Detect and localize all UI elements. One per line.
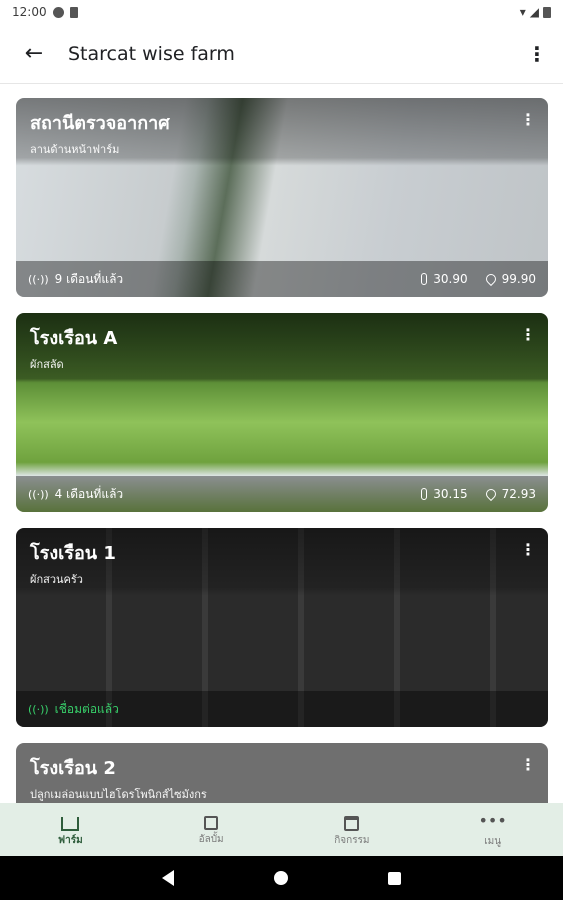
nav-farm[interactable]: ฟาร์ม — [0, 803, 141, 856]
status-time: 12:00 — [12, 5, 47, 19]
more-options-button[interactable]: ⋮ — [511, 24, 563, 84]
status-left: 12:00 — [12, 5, 78, 19]
water-drop-icon — [483, 486, 498, 502]
station-card-weather[interactable]: สถานีตรวจอากาศ ลานด้านหน้าฟาร์ม ⋮ ((·)) … — [16, 98, 548, 297]
card-title: โรงเรือน 2 — [30, 758, 116, 779]
card-subtitle: ผักสวนครัว — [30, 573, 83, 586]
card-menu-button[interactable]: ⋮ — [520, 110, 536, 129]
nav-menu[interactable]: ••• เมนู — [422, 803, 563, 856]
bottom-navigation: ฟาร์ม อัลบั้ม กิจกรรม ••• เมนู — [0, 803, 563, 856]
last-seen-text: 4 เดือนที่แล้ว — [54, 486, 124, 501]
broadcast-icon: ((·)) — [28, 272, 49, 286]
nav-label: ฟาร์ม — [58, 835, 83, 846]
temperature-value: 30.90 — [433, 272, 468, 286]
broadcast-icon: ((·)) — [28, 702, 49, 716]
home-icon — [61, 817, 80, 831]
arrow-left-icon: ← — [24, 41, 44, 66]
card-menu-button[interactable]: ⋮ — [520, 325, 536, 344]
temperature-metric: 30.90 — [421, 272, 468, 286]
sim-icon — [69, 6, 78, 18]
humidity-value: 72.93 — [501, 487, 536, 501]
more-vert-icon: ⋮ — [520, 110, 536, 129]
connection-status-text: เชื่อมต่อแล้ว — [54, 701, 119, 716]
more-vert-icon: ⋮ — [520, 540, 536, 559]
calendar-icon — [344, 815, 360, 831]
gallery-icon — [204, 816, 219, 830]
humidity-metric: 99.90 — [483, 271, 536, 287]
card-menu-button[interactable]: ⋮ — [520, 540, 536, 559]
more-vert-icon: ⋮ — [520, 325, 536, 344]
wifi-icon: ▾ — [519, 5, 526, 19]
nav-label: เมนู — [484, 836, 502, 847]
battery-icon — [543, 6, 551, 18]
more-vert-icon: ⋮ — [527, 41, 547, 66]
station-card-greenhouse-a[interactable]: โรงเรือน A ผักสลัด ⋮ ((·)) 4 เดือนที่แล้… — [16, 313, 548, 512]
broadcast-icon: ((·)) — [28, 487, 49, 501]
temperature-value: 30.15 — [433, 487, 468, 501]
more-horiz-icon: ••• — [478, 811, 507, 830]
page-title: Starcat wise farm — [68, 42, 235, 65]
water-drop-icon — [483, 271, 498, 287]
station-card-greenhouse-1[interactable]: โรงเรือน 1 ผักสวนครัว ⋮ ((·)) เชื่อมต่อแ… — [16, 528, 548, 727]
card-subtitle: ผักสลัด — [30, 358, 64, 371]
humidity-value: 99.90 — [501, 272, 536, 286]
system-navigation-bar — [0, 856, 563, 900]
humidity-metric: 72.93 — [483, 486, 536, 502]
thermometer-icon — [421, 273, 428, 285]
status-bar: 12:00 ▾ ◢ — [0, 0, 563, 24]
nav-album[interactable]: อัลบั้ม — [141, 803, 282, 856]
status-right: ▾ ◢ — [520, 5, 551, 19]
temperature-metric: 30.15 — [421, 487, 468, 501]
nav-label: กิจกรรม — [334, 834, 370, 846]
card-subtitle: ปลูกเมล่อนแบบไฮโดรโพนิกส์ไซมังกร — [30, 788, 207, 801]
card-footer: ((·)) เชื่อมต่อแล้ว — [16, 691, 548, 727]
signal-icon: ◢ — [529, 5, 539, 19]
thermometer-icon — [421, 488, 428, 500]
more-vert-icon: ⋮ — [520, 755, 536, 774]
card-menu-button[interactable]: ⋮ — [520, 755, 536, 774]
card-title: สถานีตรวจอากาศ — [30, 113, 170, 134]
card-title: โรงเรือน 1 — [30, 543, 116, 564]
app-bar: ← Starcat wise farm ⋮ — [0, 24, 563, 84]
card-footer: ((·)) 9 เดือนที่แล้ว 30.90 99.90 — [16, 261, 548, 297]
last-seen-text: 9 เดือนที่แล้ว — [54, 271, 124, 286]
system-home-icon[interactable] — [274, 871, 288, 885]
notification-icon — [52, 6, 64, 18]
back-button[interactable]: ← — [0, 24, 68, 84]
card-footer: ((·)) 4 เดือนที่แล้ว 30.15 72.93 — [16, 476, 548, 512]
farm-station-list: สถานีตรวจอากาศ ลานด้านหน้าฟาร์ม ⋮ ((·)) … — [16, 98, 548, 829]
card-subtitle: ลานด้านหน้าฟาร์ม — [30, 143, 120, 156]
nav-label: อัลบั้ม — [198, 834, 224, 845]
system-back-icon[interactable] — [162, 870, 174, 886]
card-title: โรงเรือน A — [30, 328, 118, 349]
system-recents-icon[interactable] — [388, 871, 401, 885]
nav-activity[interactable]: กิจกรรม — [282, 803, 423, 856]
